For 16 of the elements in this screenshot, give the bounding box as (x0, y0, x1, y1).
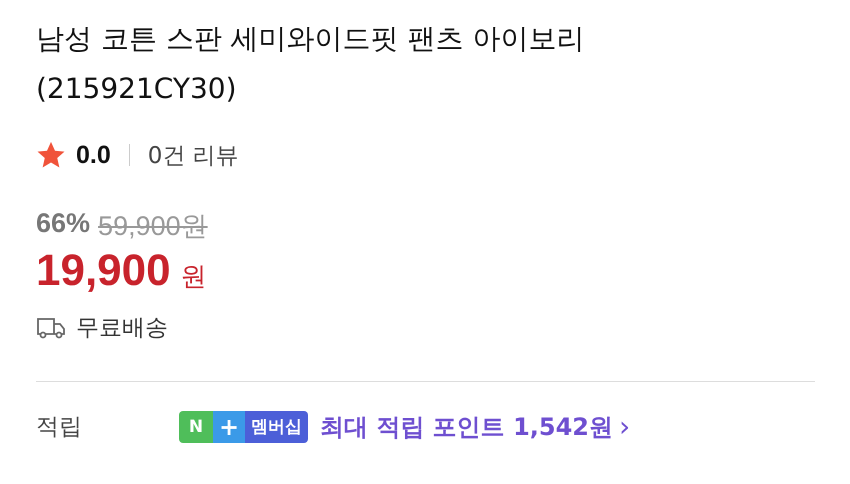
sale-price: 19,900 (36, 246, 171, 296)
product-title: 남성 코튼 스판 세미와이드핏 팬츠 아이보리 (215921CY30) (36, 21, 586, 107)
badge-n: N (179, 410, 213, 442)
original-price: 59,900원 (98, 210, 208, 243)
shipping-label: 무료배송 (76, 314, 168, 343)
points-label: 적립 (36, 413, 83, 442)
truck-icon (36, 316, 66, 340)
chevron-icon[interactable]: › (618, 410, 630, 443)
points-link[interactable]: 최대 적립 포인트 1,542원 (320, 410, 613, 442)
rating-score: 0.0 (76, 140, 111, 170)
review-count[interactable]: 0건 리뷰 (148, 140, 239, 170)
star-icon (36, 140, 66, 170)
badge-plus: + (213, 410, 245, 442)
discount-rate: 66% (36, 208, 90, 240)
badge-membership: 멤버십 (245, 410, 308, 442)
currency-unit: 원 (180, 261, 207, 294)
